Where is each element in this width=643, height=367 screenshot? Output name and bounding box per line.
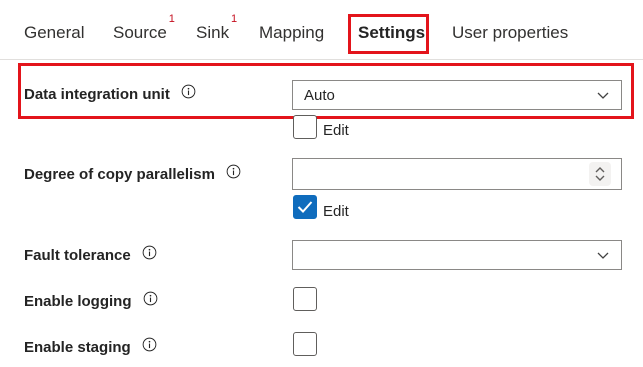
diu-edit-label: Edit: [323, 122, 349, 139]
diu-edit-checkbox[interactable]: [293, 115, 317, 139]
tab-general[interactable]: General: [24, 22, 84, 44]
tab-mapping[interactable]: Mapping: [259, 22, 324, 44]
tab-sink[interactable]: Sink 1: [196, 13, 237, 44]
info-icon[interactable]: [226, 164, 241, 179]
diu-select-value: Auto: [304, 87, 335, 104]
info-icon[interactable]: [181, 84, 196, 99]
staging-label: Enable staging: [24, 339, 131, 356]
info-icon[interactable]: [142, 245, 157, 260]
tab-source[interactable]: Source 1: [113, 13, 175, 44]
error-count-badge: 1: [168, 13, 175, 25]
tab-source-label: Source: [113, 23, 167, 42]
parallelism-edit-label: Edit: [323, 203, 349, 220]
tab-user-properties-label: User properties: [452, 23, 569, 42]
fault-tolerance-label-group: Fault tolerance: [24, 245, 157, 266]
logging-label: Enable logging: [24, 293, 132, 310]
diu-select[interactable]: Auto: [292, 80, 622, 110]
fault-tolerance-label: Fault tolerance: [24, 247, 131, 264]
tab-mapping-label: Mapping: [259, 23, 325, 42]
tab-bar-divider: [0, 59, 643, 60]
staging-label-group: Enable staging: [24, 337, 157, 358]
parallelism-input[interactable]: [292, 158, 622, 190]
diu-label: Data integration unit: [24, 86, 170, 103]
parallelism-label-group: Degree of copy parallelism: [24, 164, 241, 185]
info-icon[interactable]: [143, 291, 158, 306]
info-icon[interactable]: [142, 337, 157, 352]
diu-label-group: Data integration unit: [24, 84, 196, 105]
chevron-down-icon: [597, 92, 609, 99]
tab-user-properties[interactable]: User properties: [452, 22, 568, 44]
staging-checkbox[interactable]: [293, 332, 317, 356]
chevron-down-icon: [597, 252, 609, 259]
parallelism-label: Degree of copy parallelism: [24, 166, 215, 183]
tab-sink-label: Sink: [196, 23, 230, 42]
logging-label-group: Enable logging: [24, 291, 158, 312]
checkmark-icon: [297, 201, 313, 213]
spin-updown-icon[interactable]: [589, 162, 611, 186]
settings-tab-highlight-box: [348, 14, 429, 54]
parallelism-edit-checkbox[interactable]: [293, 195, 317, 219]
logging-checkbox[interactable]: [293, 287, 317, 311]
tab-general-label: General: [24, 23, 85, 42]
tab-bar: General Source 1 Sink 1 Mapping Settings…: [0, 0, 643, 60]
error-count-badge: 1: [230, 13, 238, 25]
fault-tolerance-select[interactable]: [292, 240, 622, 270]
